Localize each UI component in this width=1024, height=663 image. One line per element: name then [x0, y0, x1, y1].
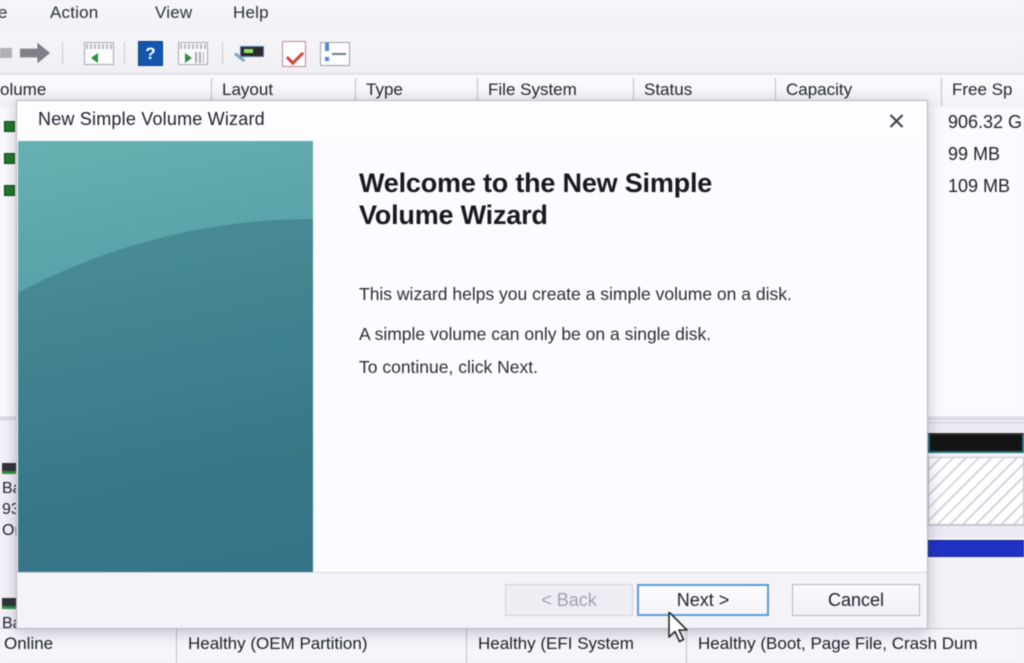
cancel-button[interactable]: Cancel	[792, 584, 920, 616]
toolbar-separator	[124, 42, 125, 64]
page-title: Welcome to the New Simple Volume Wizard	[359, 168, 713, 230]
panel-bars-decoration	[195, 52, 204, 63]
partition-bar-edge	[928, 525, 1024, 537]
back-arrow-icon[interactable]	[0, 43, 12, 63]
dialog-body: Welcome to the New Simple Volume Wizard …	[17, 141, 927, 573]
volume-status-icon	[4, 153, 15, 164]
show-hide-console-tree-icon[interactable]	[84, 42, 114, 65]
show-hide-action-pane-icon[interactable]	[178, 42, 208, 65]
toolbar: ?	[0, 31, 1024, 74]
status-divider	[686, 629, 687, 663]
toolbar-separator	[62, 42, 63, 64]
status-oem-partition: Healthy (OEM Partition)	[188, 634, 368, 653]
column-header-volume[interactable]: olume	[0, 80, 46, 100]
menu-file[interactable]: ile	[0, 3, 8, 23]
partition-bar-system[interactable]	[928, 540, 1024, 557]
menu-help[interactable]: Help	[233, 3, 269, 23]
close-icon[interactable]	[875, 108, 917, 134]
volume-status-icon	[4, 121, 15, 132]
volume-status-icon	[4, 185, 15, 196]
cell-free-space: 906.32 G	[948, 112, 1023, 132]
rescan-disks-icon[interactable]	[234, 42, 266, 66]
screen: ile Action View Help ?	[0, 0, 1024, 663]
dialog-title: New Simple Volume Wizard	[38, 109, 265, 129]
wizard-content: Welcome to the New Simple Volume Wizard …	[342, 141, 927, 573]
dialog-title-bar[interactable]: New Simple Volume Wizard	[17, 101, 927, 141]
menu-bar: ile Action View Help	[0, 0, 1024, 31]
props-dot	[325, 57, 329, 61]
status-divider	[176, 629, 177, 663]
back-button: < Back	[505, 584, 633, 616]
column-header-layout[interactable]: Layout	[222, 80, 273, 100]
partition-bar-unallocated[interactable]	[928, 457, 1024, 525]
column-divider[interactable]	[941, 78, 942, 106]
props-dot	[325, 47, 329, 51]
wizard-paragraph-3: To continue, click Next.	[359, 357, 538, 377]
cell-free-space: 99 MB	[948, 144, 1001, 164]
column-header-status[interactable]: Status	[644, 80, 692, 100]
status-online: Online	[4, 634, 54, 653]
disk-status-row: Online Healthy (OEM Partition) Healthy (…	[0, 628, 1024, 663]
toolbar-separator	[222, 42, 223, 64]
rescan-screen-decoration	[240, 46, 264, 57]
column-header-capacity[interactable]: Capacity	[786, 80, 852, 100]
column-header-type[interactable]: Type	[366, 80, 403, 100]
menu-view[interactable]: View	[155, 3, 192, 23]
column-header-free-space[interactable]: Free Sp	[952, 80, 1012, 100]
help-icon[interactable]: ?	[138, 41, 163, 66]
column-header-file-system[interactable]: File System	[488, 80, 577, 100]
wizard-banner-image	[18, 141, 313, 573]
wizard-paragraph-1: This wizard helps you create a simple vo…	[359, 284, 792, 304]
partition-bar-primary[interactable]	[928, 433, 1024, 453]
new-simple-volume-wizard-dialog: New Simple Volume Wizard Welcome to the …	[16, 100, 928, 629]
list-properties-icon[interactable]	[320, 42, 350, 66]
props-dot	[325, 43, 329, 47]
status-divider	[466, 629, 467, 663]
dialog-footer: < Back Next > Cancel	[17, 572, 927, 628]
wizard-paragraph-2: A simple volume can only be on a single …	[359, 324, 712, 344]
status-boot-partition: Healthy (Boot, Page File, Crash Dum	[698, 634, 978, 653]
properties-check-icon[interactable]	[282, 41, 306, 67]
forward-arrow-icon[interactable]	[20, 42, 50, 64]
props-line	[332, 53, 346, 55]
partition-bar-edge	[928, 422, 1024, 432]
menu-action[interactable]: Action	[50, 3, 98, 23]
status-efi-system: Healthy (EFI System	[478, 634, 634, 653]
cell-free-space: 109 MB	[948, 176, 1011, 196]
next-button[interactable]: Next >	[637, 584, 769, 616]
